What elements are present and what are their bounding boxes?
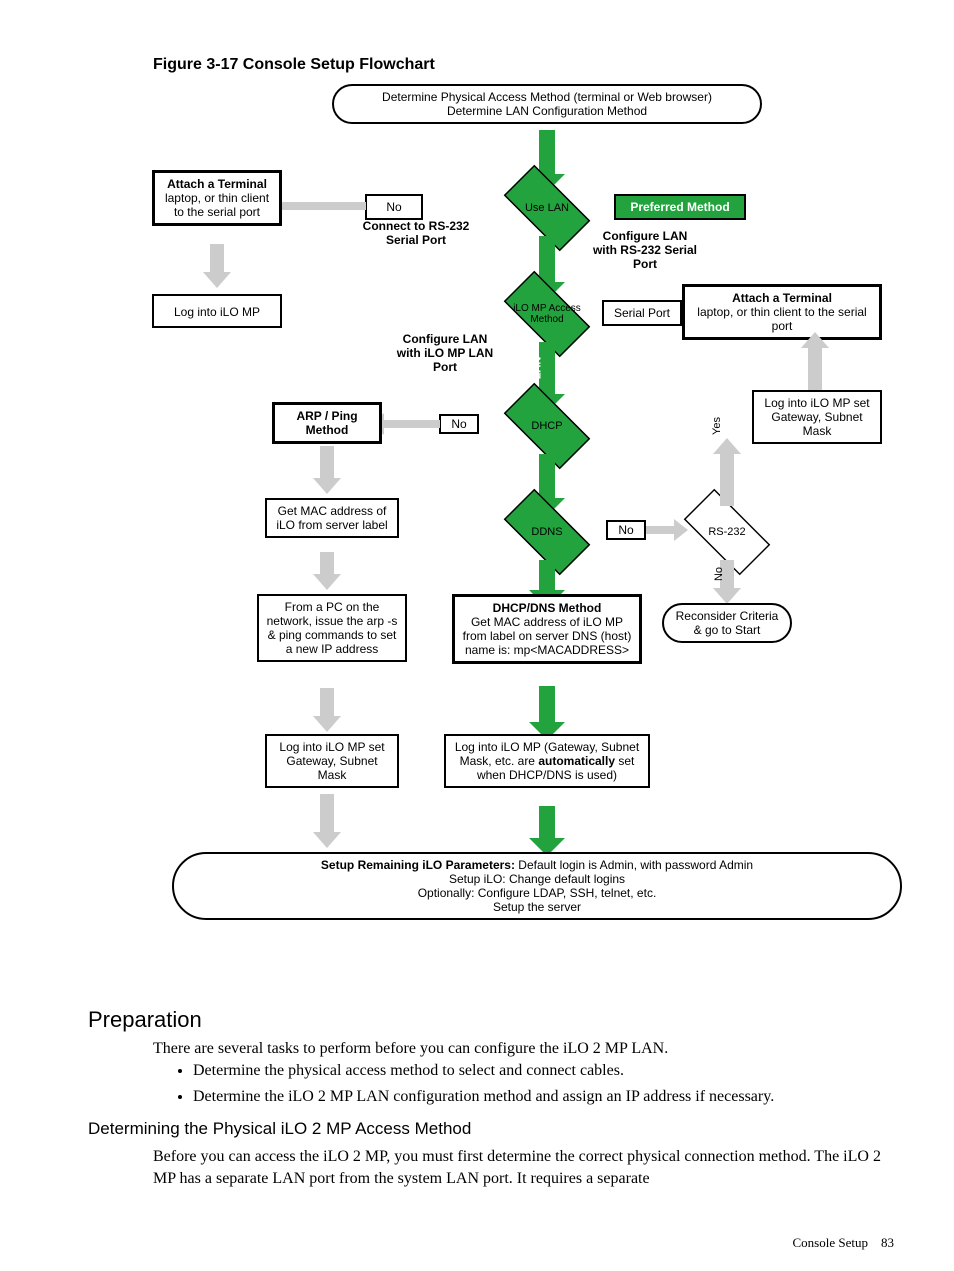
footer-page-number: 83 xyxy=(881,1235,894,1250)
connect-rs232-label: Connect to RS-232 Serial Port xyxy=(356,219,476,247)
attach-terminal-body: laptop, or thin client to the serial por… xyxy=(691,305,873,333)
decision-dhcp: DHCP xyxy=(492,396,602,456)
edge-yes: Yes xyxy=(711,417,723,435)
decision-rs232: RS-232 xyxy=(672,502,782,562)
edge-no: No xyxy=(713,567,725,581)
attach-terminal-body: laptop, or thin client to the serial por… xyxy=(161,191,273,219)
arrow-icon xyxy=(320,688,334,718)
end-line1: Setup Remaining iLO Parameters: Default … xyxy=(180,858,894,872)
box-arp-ping: ARP / Ping Method xyxy=(272,402,382,444)
arrowhead-icon xyxy=(713,588,741,604)
edge-serial-port: Serial Port xyxy=(602,300,682,326)
box-attach-terminal-left: Attach a Terminal laptop, or thin client… xyxy=(152,170,282,226)
decision-ddns: DDNS xyxy=(492,502,602,562)
arrow-icon xyxy=(384,420,440,428)
paragraph-preparation: There are several tasks to perform befor… xyxy=(153,1038,893,1060)
flow-start-line1: Determine Physical Access Method (termin… xyxy=(340,90,754,104)
preferred-method-text: Preferred Method xyxy=(630,200,729,214)
dhcp-dns-body: Get MAC address of iLO MP from label on … xyxy=(461,615,633,657)
arrow-icon xyxy=(808,346,822,390)
box-from-pc: From a PC on the network, issue the arp … xyxy=(257,594,407,662)
flow-start: Determine Physical Access Method (termin… xyxy=(332,84,762,124)
end-tail: Default login is Admin, with password Ad… xyxy=(515,858,753,872)
arrow-icon xyxy=(720,452,734,506)
arrow-icon xyxy=(320,446,334,480)
edge-yes: Yes xyxy=(529,467,541,486)
preferred-method-label: Preferred Method xyxy=(614,194,746,220)
bullet-list: Determine the physical access method to … xyxy=(153,1060,933,1111)
page-footer: Console Setup 83 xyxy=(793,1235,894,1251)
arrowhead-icon xyxy=(713,438,741,454)
box-attach-terminal-right: Attach a Terminal laptop, or thin client… xyxy=(682,284,882,340)
end-line4: Setup the server xyxy=(180,900,894,914)
arrowhead-icon xyxy=(313,832,341,848)
paragraph-determining: Before you can access the iLO 2 MP, you … xyxy=(153,1146,893,1189)
flow-start-line2: Determine LAN Configuration Method xyxy=(340,104,754,118)
box-login-right: Log into iLO MP set Gateway, Subnet Mask xyxy=(752,390,882,444)
edge-no: No xyxy=(439,414,479,434)
arrow-icon xyxy=(210,244,224,274)
decision-label: RS-232 xyxy=(672,502,782,562)
console-setup-flowchart: Determine Physical Access Method (termin… xyxy=(152,84,914,975)
heading-preparation: Preparation xyxy=(88,1007,202,1033)
edge-yes: Yes xyxy=(529,567,541,586)
edge-no: No xyxy=(606,520,646,540)
edge-lan: LAN xyxy=(531,357,543,380)
box-login-bottom-center: Log into iLO MP (Gateway, Subnet Mask, e… xyxy=(444,734,650,788)
arrowhead-icon xyxy=(801,332,829,348)
arrow-icon xyxy=(539,806,555,842)
attach-terminal-header: Attach a Terminal xyxy=(691,291,873,305)
figure-caption: Figure 3-17 Console Setup Flowchart xyxy=(153,56,435,74)
list-item: Determine the physical access method to … xyxy=(193,1060,933,1082)
arrowhead-icon xyxy=(313,478,341,494)
box-get-mac: Get MAC address of iLO from server label xyxy=(265,498,399,538)
arrowhead-icon xyxy=(313,716,341,732)
edge-yes: Yes xyxy=(529,245,541,264)
arrow-icon xyxy=(282,202,366,210)
decision-label: DHCP xyxy=(492,396,602,456)
arrow-icon xyxy=(539,686,555,726)
end-line3: Optionally: Configure LDAP, SSH, telnet,… xyxy=(180,886,894,900)
decision-use-lan: Use LAN xyxy=(492,178,602,238)
arrowhead-icon xyxy=(203,272,231,288)
arrow-icon xyxy=(320,794,334,834)
flow-end: Setup Remaining iLO Parameters: Default … xyxy=(172,852,902,920)
arrowhead-icon xyxy=(313,574,341,590)
edge-no: No xyxy=(365,194,423,220)
decision-label: DDNS xyxy=(492,502,602,562)
box-dhcp-dns: DHCP/DNS Method Get MAC address of iLO M… xyxy=(452,594,642,664)
login-bc-auto: automatically xyxy=(538,754,615,768)
heading-determining: Determining the Physical iLO 2 MP Access… xyxy=(88,1119,471,1139)
footer-label: Console Setup xyxy=(793,1235,868,1250)
list-item: Determine the iLO 2 MP LAN configuration… xyxy=(193,1086,933,1108)
end-header: Setup Remaining iLO Parameters: xyxy=(321,858,515,872)
decision-label: Use LAN xyxy=(492,178,602,238)
decision-label: iLO MP Access Method xyxy=(492,284,602,344)
box-login-bottom-left: Log into iLO MP set Gateway, Subnet Mask xyxy=(265,734,399,788)
dhcp-dns-header: DHCP/DNS Method xyxy=(461,601,633,615)
box-reconsider: Reconsider Criteria & go to Start xyxy=(662,603,792,643)
decision-access-method: iLO MP Access Method xyxy=(492,284,602,344)
cfg-lan-mp: Configure LAN with iLO MP LAN Port xyxy=(390,332,500,374)
end-line2: Setup iLO: Change default logins xyxy=(180,872,894,886)
attach-terminal-header: Attach a Terminal xyxy=(161,177,273,191)
cfg-lan-rs232: Configure LAN with RS-232 Serial Port xyxy=(590,229,700,271)
arrow-icon xyxy=(539,130,555,178)
box-login-left: Log into iLO MP xyxy=(152,294,282,328)
arrow-icon xyxy=(320,552,334,576)
document-page: Figure 3-17 Console Setup Flowchart Dete… xyxy=(0,0,954,1271)
